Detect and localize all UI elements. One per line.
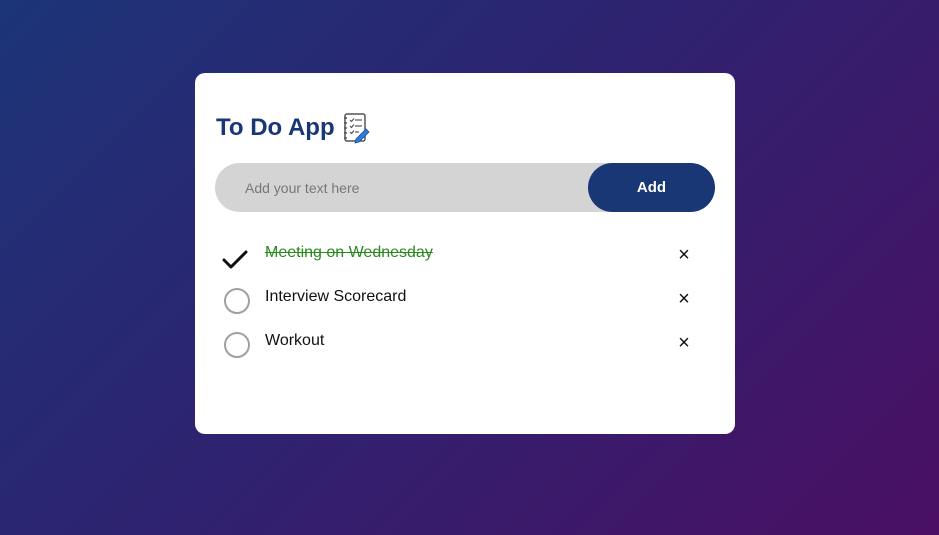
checkmark-icon[interactable]	[220, 242, 254, 276]
task-list: Meeting on Wednesday × Interview Scoreca…	[220, 236, 715, 368]
task-item: Workout ×	[220, 324, 715, 368]
unchecked-circle-icon[interactable]	[224, 288, 250, 314]
delete-task-button[interactable]: ×	[673, 287, 695, 311]
task-item-completed: Meeting on Wednesday ×	[220, 236, 715, 280]
task-item: Interview Scorecard ×	[220, 280, 715, 324]
unchecked-circle-icon[interactable]	[224, 332, 250, 358]
notebook-checklist-icon	[342, 112, 370, 144]
app-title: To Do App	[216, 114, 335, 141]
add-task-row: Add	[215, 163, 715, 212]
delete-task-button[interactable]: ×	[673, 331, 695, 355]
task-input[interactable]	[215, 163, 585, 212]
task-text[interactable]: Workout	[265, 330, 324, 352]
todo-card: To Do App Add your text here Add Meeting…	[195, 73, 735, 434]
delete-task-button[interactable]: ×	[673, 243, 695, 267]
header: To Do App	[216, 111, 370, 145]
task-text[interactable]: Meeting on Wednesday	[265, 242, 433, 264]
task-text[interactable]: Interview Scorecard	[265, 286, 406, 308]
add-button[interactable]: Add	[588, 163, 715, 212]
